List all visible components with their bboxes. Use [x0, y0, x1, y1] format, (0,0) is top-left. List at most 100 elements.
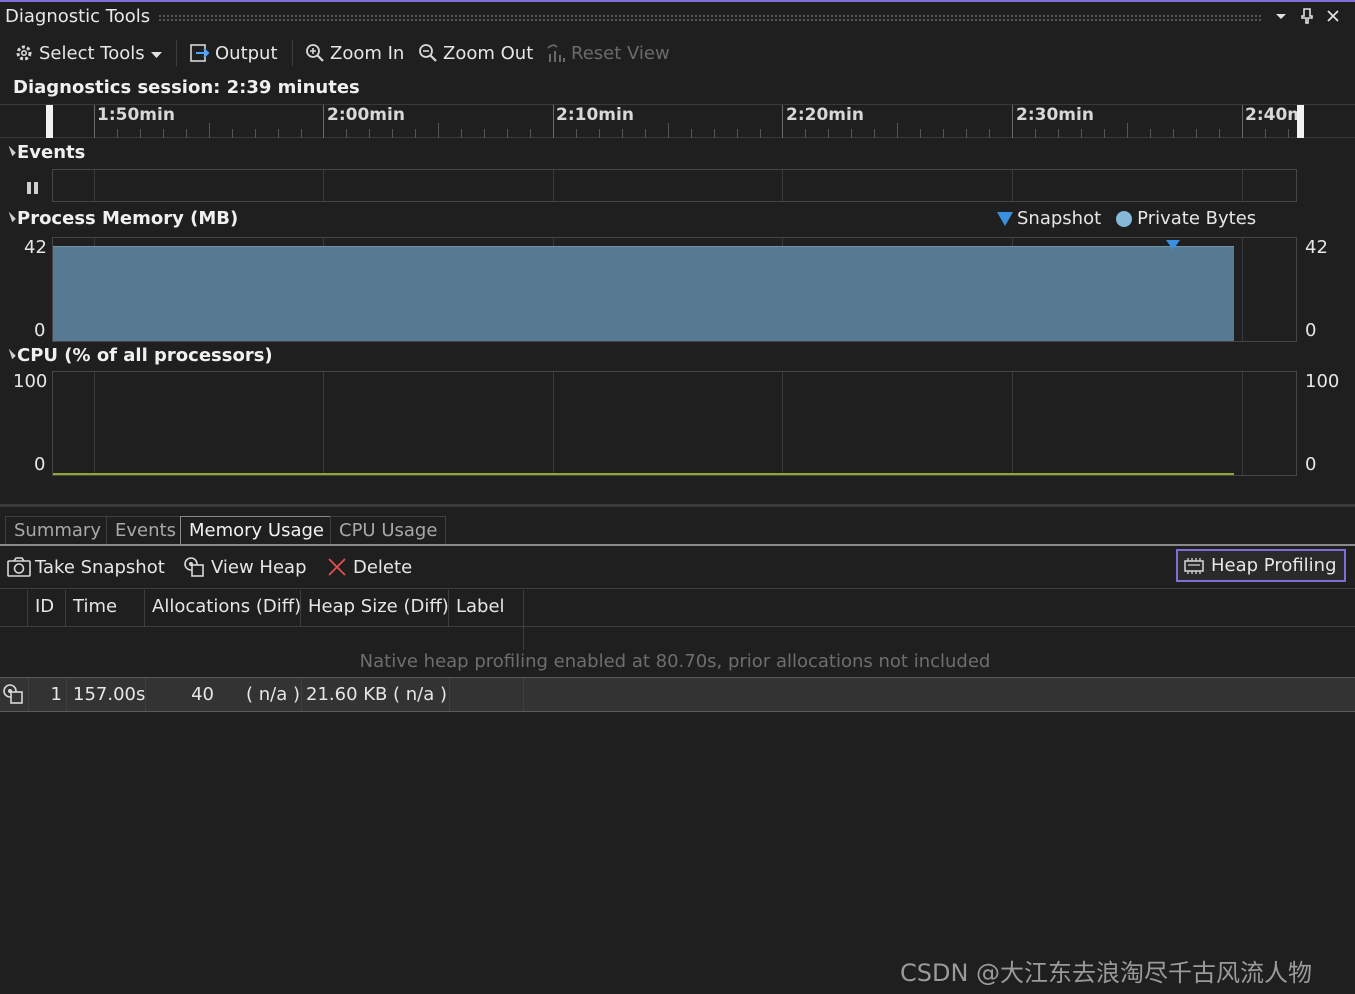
table-row[interactable]: 1 157.00s 40 ( n/a ) 21.60 KB ( n/a ) — [0, 677, 1355, 712]
cpu-y-min-right: 0 — [1305, 454, 1317, 475]
ruler-major-tick — [553, 105, 554, 138]
column-header-allocations[interactable]: Allocations (Diff) — [145, 590, 301, 626]
ruler-major-tick — [782, 105, 783, 138]
collapse-triangle-icon — [5, 211, 16, 223]
events-section-header[interactable]: Events — [5, 142, 86, 163]
ruler-minor-tick — [1035, 129, 1036, 138]
selection-end-handle[interactable] — [1297, 105, 1304, 138]
output-button[interactable]: Output — [189, 38, 278, 68]
events-title: Events — [17, 142, 86, 163]
select-tools-button[interactable]: Select Tools — [13, 38, 162, 68]
memory-y-min: 0 — [34, 320, 46, 341]
ruler-minor-tick — [897, 123, 898, 138]
row-allocations-diff: ( n/a ) — [246, 684, 300, 705]
ruler-minor-tick — [1058, 129, 1059, 138]
zoom-out-button[interactable]: Zoom Out — [417, 38, 533, 68]
title-grip — [158, 14, 1263, 21]
cpu-section-header[interactable]: CPU (% of all processors) — [5, 345, 273, 366]
ruler-minor-tick — [851, 129, 852, 138]
column-header-id[interactable]: ID — [28, 590, 66, 626]
output-label: Output — [215, 42, 278, 64]
tab-summary[interactable]: Summary — [5, 516, 110, 545]
ruler-minor-tick — [966, 129, 967, 138]
column-header-label[interactable]: Label — [449, 590, 524, 626]
ruler-minor-tick — [1265, 129, 1266, 138]
ruler-major-tick — [323, 105, 324, 138]
title-bar: Diagnostic Tools — [0, 0, 1355, 30]
select-tools-label: Select Tools — [39, 42, 145, 64]
timeline-ruler[interactable]: 1:50min 2:00min 2:10min 2:20min 2:30min … — [0, 104, 1355, 138]
memory-chip-icon — [1184, 557, 1204, 574]
ruler-minor-tick — [805, 129, 806, 138]
zoom-in-label: Zoom In — [330, 42, 405, 64]
cpu-y-min: 0 — [34, 454, 46, 475]
ruler-label: 2:20min — [786, 105, 864, 125]
column-header-time[interactable]: Time — [66, 590, 145, 626]
column-header-heap-size[interactable]: Heap Size (Diff) — [301, 590, 449, 626]
pin-icon[interactable] — [1296, 5, 1318, 27]
ruler-label: 2:30min — [1016, 105, 1094, 125]
cell-separator — [66, 678, 67, 711]
collapse-triangle-icon — [5, 145, 16, 157]
ruler-minor-tick — [989, 129, 990, 138]
pause-icon[interactable] — [26, 180, 40, 196]
grid-line — [782, 372, 783, 475]
gear-icon — [13, 42, 35, 64]
tab-cpu-usage[interactable]: CPU Usage — [330, 516, 447, 545]
memory-section-header[interactable]: Process Memory (MB) — [5, 208, 239, 229]
memory-chart[interactable] — [52, 237, 1297, 342]
memory-title: Process Memory (MB) — [17, 208, 239, 229]
column-separator — [523, 627, 524, 650]
ruler-major-tick — [1012, 105, 1013, 138]
cpu-y-max-right: 100 — [1305, 371, 1340, 392]
cpu-chart[interactable] — [52, 371, 1297, 476]
ruler-minor-tick — [117, 129, 118, 138]
toolbar-separator — [292, 40, 293, 66]
output-icon — [189, 42, 211, 64]
events-track[interactable] — [52, 169, 1297, 202]
tab-events[interactable]: Events — [106, 516, 185, 545]
take-snapshot-button[interactable]: Take Snapshot — [7, 552, 165, 582]
grid-line — [553, 170, 554, 201]
ruler-minor-tick — [943, 129, 944, 138]
ruler-major-tick — [1242, 105, 1243, 138]
ruler-minor-tick — [737, 129, 738, 138]
zoom-in-button[interactable]: Zoom In — [304, 38, 404, 68]
ruler-label: 2:10min — [556, 105, 634, 125]
ruler-minor-tick — [920, 129, 921, 138]
grid-line — [1242, 170, 1243, 201]
ruler-minor-tick — [461, 129, 462, 138]
memory-y-max: 42 — [24, 237, 47, 258]
row-time[interactable]: 157.00s — [73, 678, 145, 711]
snapshot-marker-icon[interactable] — [1166, 240, 1180, 250]
private-bytes-legend-icon — [1116, 210, 1133, 227]
close-icon[interactable] — [1322, 5, 1344, 27]
ruler-minor-tick — [622, 129, 623, 138]
ruler-label: 1:50min — [97, 105, 175, 125]
selection-start-handle[interactable] — [46, 105, 53, 138]
cell-separator — [523, 678, 524, 711]
window-menu-dropdown-icon[interactable] — [1270, 5, 1292, 27]
ruler-minor-tick — [369, 129, 370, 138]
delete-x-icon — [328, 558, 346, 576]
tab-memory-usage[interactable]: Memory Usage — [180, 516, 334, 545]
ruler-minor-tick — [1081, 129, 1082, 138]
reset-view-button[interactable]: Reset View — [545, 38, 670, 68]
heap-profiling-toggle[interactable]: Heap Profiling — [1176, 549, 1346, 582]
row-allocations[interactable]: 40 — [150, 678, 214, 711]
row-heap-size[interactable]: 21.60 KB — [306, 678, 387, 711]
ruler-minor-tick — [1104, 129, 1105, 138]
table-top-border — [0, 588, 1355, 589]
grid-line — [94, 170, 95, 201]
reset-view-icon — [545, 42, 567, 64]
panel-splitter[interactable] — [0, 504, 1355, 507]
legend-private-bytes-label: Private Bytes — [1137, 208, 1257, 229]
view-heap-label: View Heap — [211, 556, 307, 578]
ruler-minor-tick — [301, 129, 302, 138]
view-heap-button[interactable]: View Heap — [183, 552, 307, 582]
chevron-down-icon — [150, 43, 162, 64]
grid-line — [323, 372, 324, 475]
toolbar-separator — [176, 40, 177, 66]
delete-button[interactable]: Delete — [327, 552, 412, 582]
ruler-minor-tick — [484, 129, 485, 138]
